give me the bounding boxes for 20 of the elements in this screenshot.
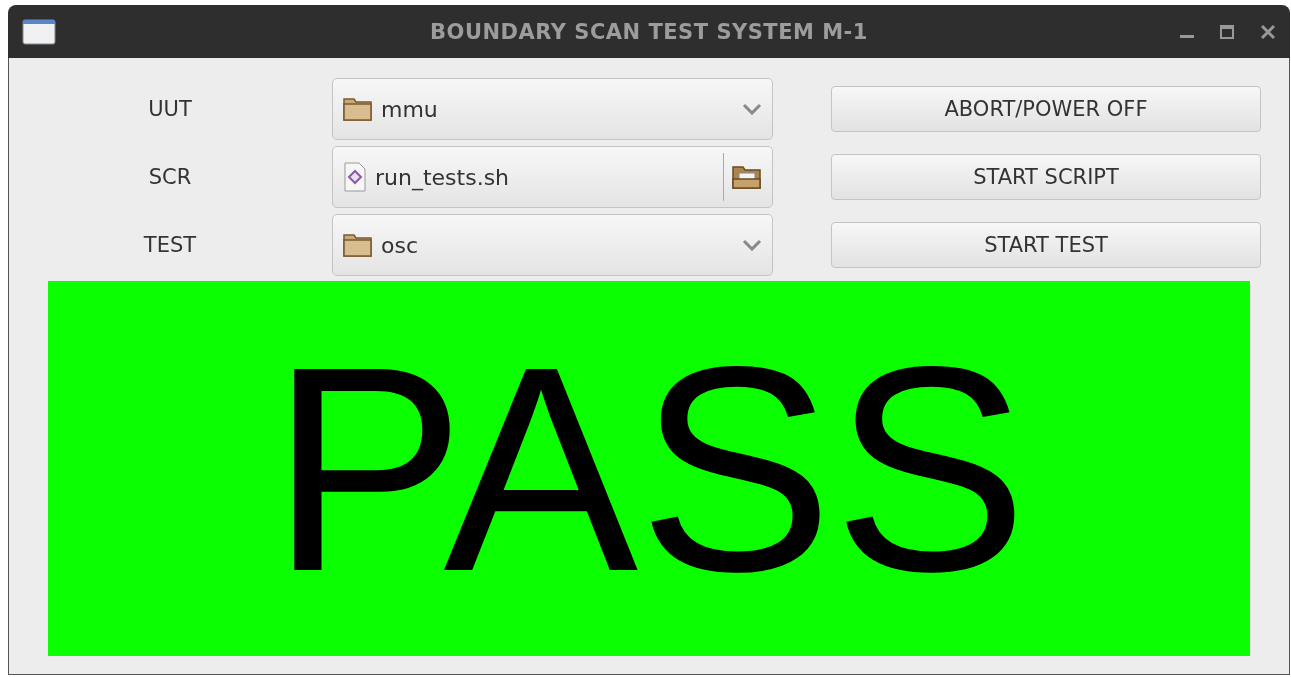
dropdown[interactable]: mmu xyxy=(332,78,773,140)
action-button[interactable]: START TEST xyxy=(831,222,1261,268)
folder-icon xyxy=(343,96,373,122)
folder-icon xyxy=(343,232,373,258)
action-button[interactable]: ABORT/POWER OFF xyxy=(831,86,1261,132)
window-title: BOUNDARY SCAN TEST SYSTEM M-1 xyxy=(430,19,868,44)
action-button[interactable]: START SCRIPT xyxy=(831,154,1261,200)
chevron-down-icon xyxy=(742,103,762,115)
chevron-down-icon xyxy=(742,239,762,251)
script-file-icon xyxy=(343,162,367,192)
open-folder-icon xyxy=(732,164,762,190)
field-label: TEST xyxy=(143,233,197,257)
file-chooser[interactable]: run_tests.sh xyxy=(332,146,773,208)
window-icon xyxy=(22,18,56,45)
field-label: UUT xyxy=(148,97,192,121)
close-icon[interactable] xyxy=(1260,23,1276,40)
field-label: SCR xyxy=(148,165,192,189)
result-text: PASS xyxy=(270,322,1028,615)
dropdown[interactable]: osc xyxy=(332,214,773,276)
maximize-icon[interactable] xyxy=(1220,24,1234,39)
